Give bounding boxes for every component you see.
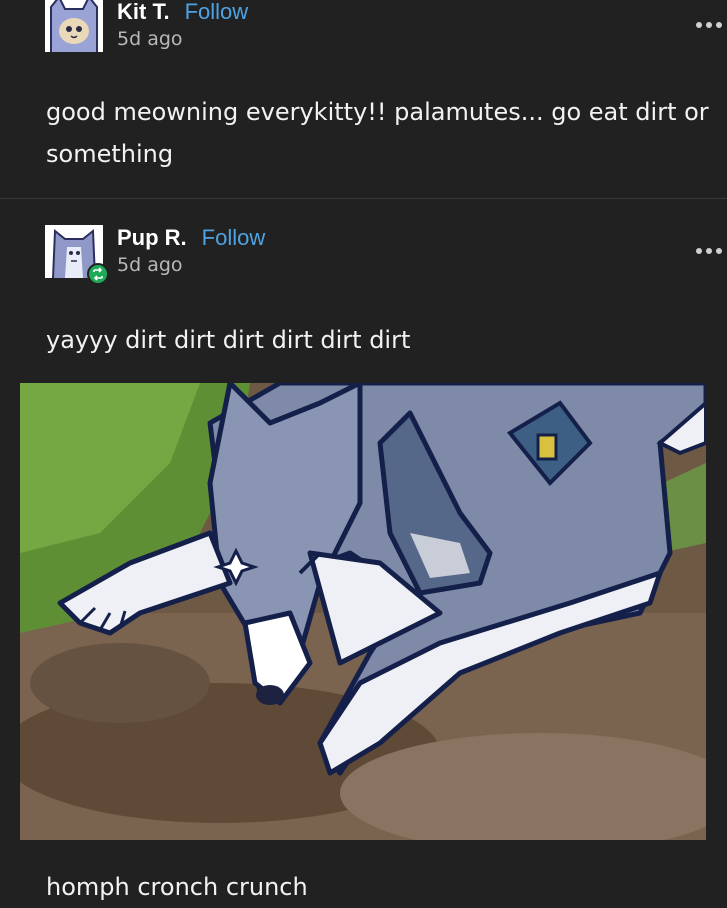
name-row: Pup R. Follow bbox=[117, 225, 265, 252]
cat-avatar-icon bbox=[45, 0, 103, 52]
post-kit: Kit T. Follow 5d ago good meowning every… bbox=[0, 0, 727, 198]
post-image[interactable] bbox=[20, 383, 706, 840]
follow-button[interactable]: Follow bbox=[202, 225, 266, 250]
reblog-icon bbox=[93, 267, 103, 281]
author-name[interactable]: Pup R. bbox=[117, 225, 187, 250]
more-options-button[interactable] bbox=[691, 241, 727, 261]
post-time: 5d ago bbox=[117, 28, 183, 50]
follow-button[interactable]: Follow bbox=[185, 0, 249, 24]
post-header: Kit T. Follow 5d ago bbox=[45, 0, 722, 55]
post-caption: homph cronch crunch bbox=[46, 873, 308, 901]
ellipsis-icon bbox=[696, 22, 722, 28]
ellipsis-icon bbox=[696, 248, 722, 254]
author-name[interactable]: Kit T. bbox=[117, 0, 170, 24]
post-header: Pup R. Follow 5d ago bbox=[45, 225, 722, 285]
name-row: Kit T. Follow bbox=[117, 0, 248, 26]
more-options-button[interactable] bbox=[691, 15, 727, 35]
post-body-text: good meowning everykitty!! palamutes... … bbox=[46, 98, 717, 168]
post-body-text: yayyy dirt dirt dirt dirt dirt dirt bbox=[46, 326, 411, 354]
avatar[interactable] bbox=[45, 0, 103, 52]
dog-eating-dirt-image bbox=[20, 383, 706, 840]
post-time: 5d ago bbox=[117, 254, 183, 276]
reblog-badge bbox=[87, 263, 109, 285]
